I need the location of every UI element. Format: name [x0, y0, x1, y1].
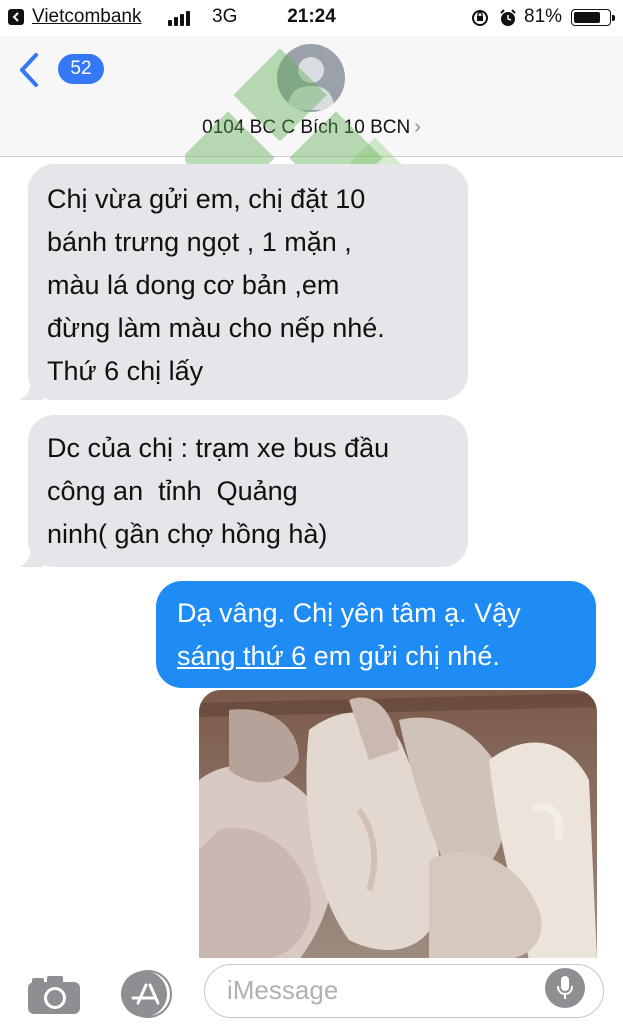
- contact-name-button[interactable]: 0104 BC C Bích 10 BCN ›: [0, 116, 623, 139]
- battery-icon: [571, 9, 615, 26]
- message-text-line: Dạ vâng. Chị yên tâm ạ. Vậy: [177, 598, 521, 628]
- message-text-fragment: em gửi chị nhé.: [306, 641, 500, 671]
- message-text-line: sáng thứ 6 em gửi chị nhé.: [177, 635, 596, 678]
- battery-percentage: 81%: [524, 6, 563, 27]
- microphone-icon: [557, 976, 573, 999]
- unread-count-badge[interactable]: 52: [58, 54, 104, 84]
- dictation-button[interactable]: [545, 968, 585, 1008]
- contact-details-chevron[interactable]: ›: [414, 116, 421, 138]
- chevron-left-icon[interactable]: [18, 52, 40, 88]
- camera-button[interactable]: [26, 972, 82, 1016]
- bubble-tail: [19, 545, 43, 567]
- back-button[interactable]: 52: [18, 50, 104, 90]
- message-text-line: ninh( gần chợ hồng hà): [47, 519, 328, 549]
- incoming-message[interactable]: Chị vừa gửi em, chị đặt 10 bánh trưng ng…: [19, 164, 468, 400]
- photo-attachment[interactable]: [199, 690, 597, 960]
- incoming-message[interactable]: Dc của chị : trạm xe bus đầu công an tỉn…: [19, 415, 468, 567]
- alarm-icon: [500, 9, 516, 26]
- message-text-line: bánh trưng ngọt , 1 mặn ,: [47, 227, 352, 257]
- message-text-line: Chị vừa gửi em, chị đặt 10: [47, 184, 366, 214]
- message-text-line: công an tỉnh Quảng: [47, 476, 298, 506]
- photo-image: [199, 690, 597, 960]
- camera-icon: [28, 976, 80, 1014]
- message-input-placeholder: iMessage: [227, 975, 339, 1005]
- app-store-button[interactable]: [116, 970, 176, 1018]
- message-input[interactable]: iMessage: [204, 964, 604, 1018]
- message-text-line: Thứ 6 chị lấy: [47, 356, 204, 386]
- app-store-icon: [121, 970, 172, 1018]
- contact-avatar[interactable]: [277, 44, 345, 112]
- message-text-line: đừng làm màu cho nếp nhé.: [47, 313, 385, 343]
- date-link[interactable]: sáng thứ 6: [177, 641, 306, 671]
- bubble-tail: [19, 378, 43, 400]
- outgoing-message[interactable]: Dạ vâng. Chị yên tâm ạ. Vậy sáng thứ 6 e…: [156, 581, 596, 688]
- person-silhouette-icon: [287, 57, 335, 110]
- status-bar: Vietcombank 3G 21:24 81%: [0, 0, 623, 36]
- compose-bar: iMessage: [0, 958, 623, 1024]
- contact-name[interactable]: 0104 BC C Bích 10 BCN: [202, 117, 410, 138]
- message-text-line: màu lá dong cơ bản ,em: [47, 270, 340, 300]
- message-text-line: Dc của chị : trạm xe bus đầu: [47, 433, 390, 463]
- conversation-header: 52 0104 BC C Bích 10 BCN ›: [0, 36, 623, 157]
- rotation-lock-icon: [472, 10, 488, 26]
